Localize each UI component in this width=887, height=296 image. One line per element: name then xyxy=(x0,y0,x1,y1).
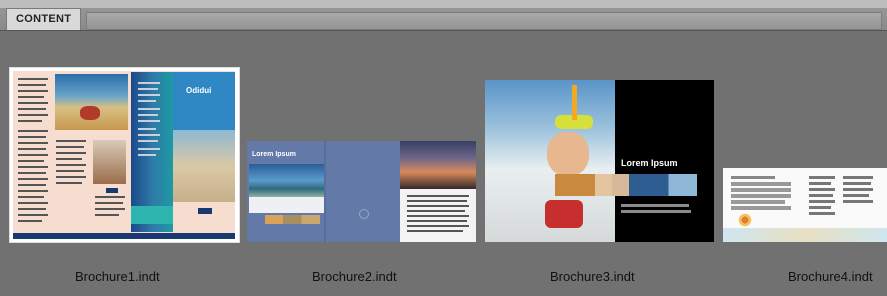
starfish-photo xyxy=(80,106,100,120)
snorkel xyxy=(572,85,577,120)
text-bar-2 xyxy=(621,210,691,213)
file-label[interactable]: Brochure1.indt xyxy=(75,269,160,284)
file-label[interactable]: Brochure4.indt xyxy=(788,269,873,284)
island-photo xyxy=(249,164,324,197)
tab-content[interactable]: CONTENT xyxy=(6,8,82,30)
red-swimsuit xyxy=(545,200,583,228)
logo-mark xyxy=(106,188,118,193)
thumbnail-brochure4[interactable] xyxy=(723,168,887,242)
thumb-heading: Lorem Ipsum xyxy=(252,151,296,158)
file-label[interactable]: Brochure2.indt xyxy=(312,269,397,284)
thumbnail-brochure2[interactable]: Lorem Ipsum xyxy=(247,141,476,242)
thumb-heading: Lorem Ipsum xyxy=(621,158,678,168)
thumbs-row xyxy=(265,215,320,224)
content-grid: Odidui Brochure1.indt Lorem Ipsum Brochu… xyxy=(0,31,887,296)
thumb-heading: Odidui xyxy=(186,86,212,95)
flower-graphic xyxy=(737,212,753,228)
footer-bar xyxy=(13,233,235,239)
text-bar-1 xyxy=(621,204,689,207)
emblem xyxy=(359,209,369,219)
couple-beach-photo xyxy=(173,130,235,202)
file-label[interactable]: Brochure3.indt xyxy=(550,269,635,284)
logo-mark-cover xyxy=(198,208,212,214)
city-photo xyxy=(400,141,476,189)
panel-header: CONTENT xyxy=(0,0,887,31)
thumbnail-brochure1[interactable]: Odidui xyxy=(9,67,240,243)
wave-band xyxy=(723,228,887,242)
thumbnail-brochure3[interactable]: Lorem Ipsum xyxy=(485,80,714,242)
face xyxy=(547,132,589,176)
white-strip xyxy=(249,197,324,213)
panel-header-strip xyxy=(0,0,887,8)
photo-strip xyxy=(555,174,697,196)
blue-cover xyxy=(173,72,235,130)
tab-bar-empty-area xyxy=(86,12,882,30)
family-photo xyxy=(93,140,126,184)
divider xyxy=(324,141,326,242)
beach-photo xyxy=(55,74,128,130)
teal-band xyxy=(131,206,173,224)
